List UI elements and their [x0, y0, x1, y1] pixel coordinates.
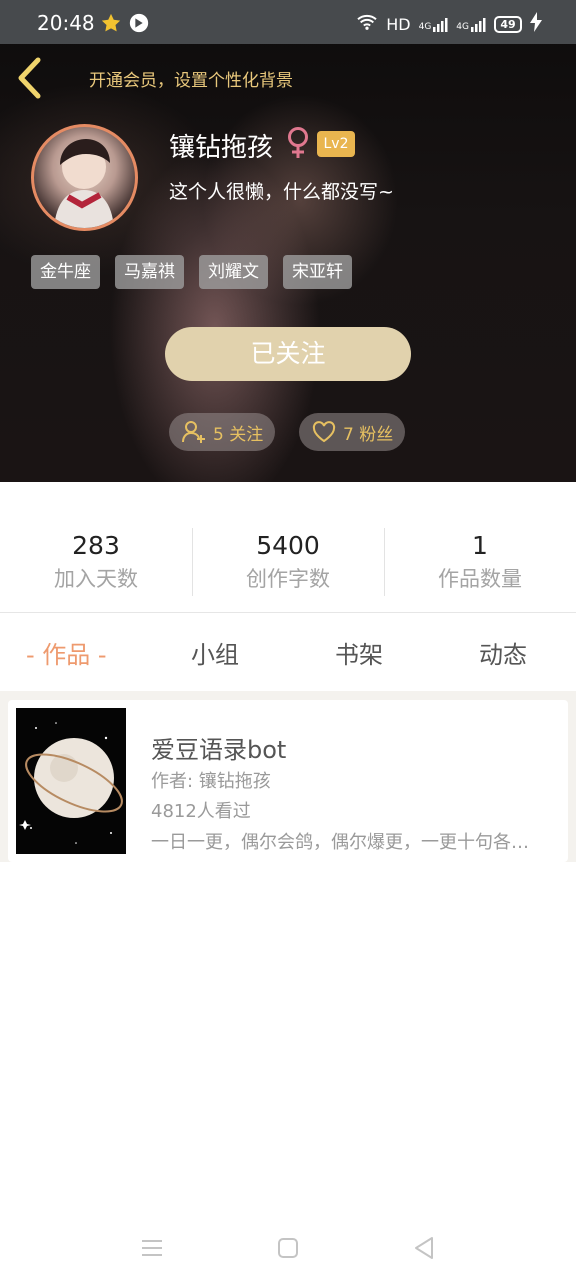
home-icon[interactable]	[272, 1232, 304, 1264]
tab-groups[interactable]: 小组	[191, 635, 239, 670]
stat-value: 5400	[256, 531, 320, 560]
works-list: 爱豆语录bot 作者: 镶钻拖孩 4812人看过 一日一更，偶尔会鸽，偶尔爆更，…	[0, 691, 576, 862]
signal-icon-2: 4G	[456, 16, 486, 32]
level-badge: Lv2	[317, 131, 355, 157]
tag-item[interactable]: 马嘉祺	[115, 255, 184, 289]
charging-icon	[530, 12, 542, 36]
status-time: 20:48	[37, 11, 95, 35]
female-icon	[285, 126, 311, 164]
following-button[interactable]: 5 关注	[169, 413, 276, 451]
user-plus-icon	[182, 421, 205, 443]
heart-icon	[312, 421, 336, 443]
following-count: 5 关注	[213, 424, 264, 445]
wifi-icon	[356, 13, 378, 35]
work-cover-image	[16, 708, 126, 854]
signal-2-label: 4G	[456, 22, 469, 32]
back-arrow-icon	[18, 57, 41, 99]
avatar[interactable]	[31, 124, 138, 231]
tag-item[interactable]: 宋亚轩	[283, 255, 352, 289]
stat-label: 加入天数	[54, 567, 138, 591]
follow-button[interactable]: 已关注	[165, 327, 411, 381]
menu-icon[interactable]	[136, 1232, 168, 1264]
stat-join-days: 283 加入天数	[0, 530, 192, 596]
vip-background-link[interactable]: 开通会员，设置个性化背景	[89, 66, 293, 91]
work-author: 作者: 镶钻拖孩	[151, 771, 271, 792]
stat-label: 创作字数	[246, 567, 330, 591]
status-right: HD 4G 4G 49	[356, 12, 542, 36]
app-notification-icon	[128, 12, 150, 38]
status-bar: 20:48 HD 4G 4G 49	[0, 0, 576, 44]
work-card[interactable]: 爱豆语录bot 作者: 镶钻拖孩 4812人看过 一日一更，偶尔会鸽，偶尔爆更，…	[8, 700, 568, 862]
username: 镶钻拖孩	[169, 133, 274, 163]
tag-item[interactable]: 刘耀文	[199, 255, 268, 289]
back-button[interactable]	[14, 56, 46, 100]
star-icon	[100, 12, 122, 38]
profile-header: 20:48 HD 4G 4G 49 开通会员，设置个性化背景 镶钻拖孩 Lv2 …	[0, 0, 576, 482]
battery-icon: 49	[494, 15, 522, 33]
stat-works-count: 1 作品数量	[384, 530, 576, 596]
followers-button[interactable]: 7 粉丝	[299, 413, 406, 451]
tab-bar: - 作品 - 小组 书架 动态	[0, 613, 576, 691]
back-nav-icon[interactable]	[408, 1232, 440, 1264]
work-views: 4812人看过	[151, 801, 251, 822]
stat-word-count: 5400 创作字数	[192, 530, 384, 596]
work-description: 一日一更，偶尔会鸽，偶尔爆更，一更十句各…	[151, 832, 529, 853]
tag-list: 金牛座 马嘉祺 刘耀文 宋亚轩	[31, 255, 352, 289]
stats-row: 283 加入天数 5400 创作字数 1 作品数量	[0, 482, 576, 613]
system-nav-bar	[0, 1216, 576, 1280]
tab-works[interactable]: - 作品 -	[26, 635, 107, 670]
stat-value: 1	[472, 531, 488, 560]
tag-item[interactable]: 金牛座	[31, 255, 100, 289]
tab-bookshelf[interactable]: 书架	[335, 635, 383, 670]
followers-count: 7 粉丝	[343, 424, 394, 445]
stat-label: 作品数量	[438, 567, 522, 591]
hd-label: HD	[386, 14, 411, 34]
work-title: 爱豆语录bot	[151, 736, 287, 764]
signal-1-label: 4G	[418, 22, 432, 32]
signal-icon-1: 4G	[419, 16, 449, 32]
stat-value: 283	[72, 531, 120, 560]
bio-text: 这个人很懒，什么都没写~	[169, 181, 394, 203]
tab-activity[interactable]: 动态	[479, 635, 527, 670]
